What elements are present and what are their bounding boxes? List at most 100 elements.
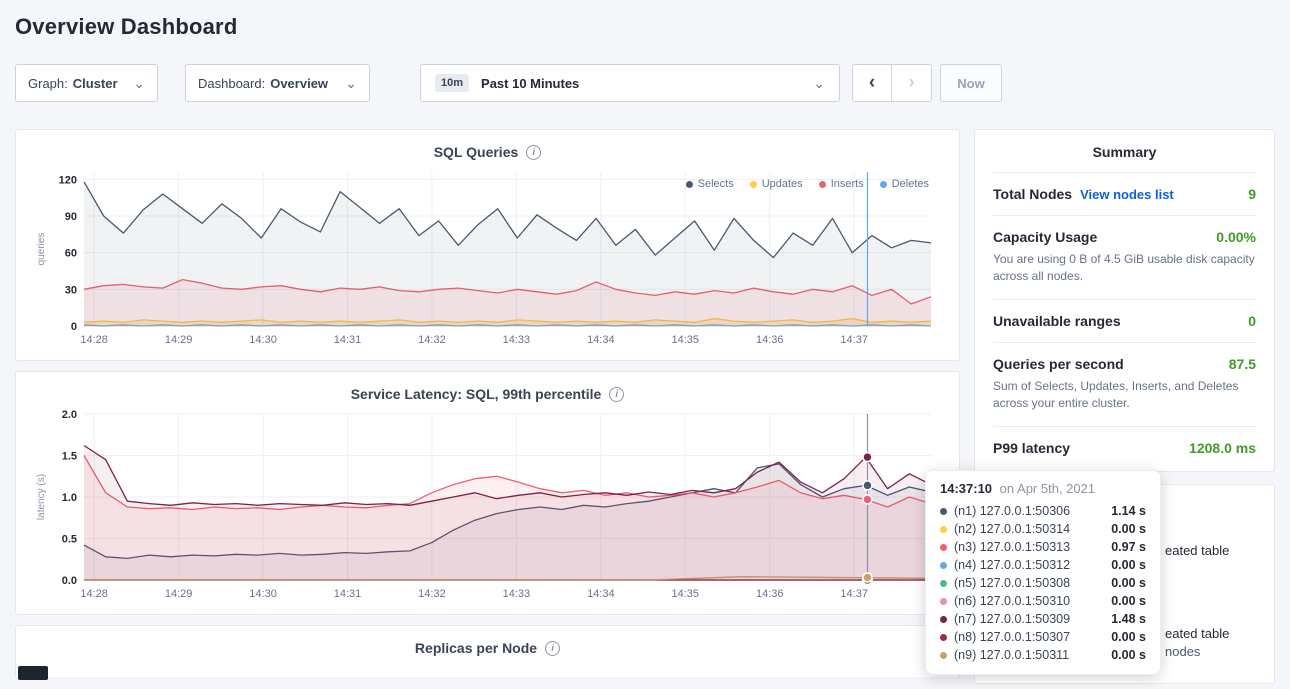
tooltip-date: on Apr 5th, 2021 bbox=[1000, 481, 1095, 496]
node-address: (n3) 127.0.0.1:50313 bbox=[954, 540, 1070, 554]
node-address: (n1) 127.0.0.1:50306 bbox=[954, 504, 1070, 518]
queries-per-second-label: Queries per second bbox=[993, 356, 1124, 372]
service-latency-chart-title: Service Latency: SQL, 99th percentile bbox=[351, 386, 602, 402]
svg-text:14:37: 14:37 bbox=[840, 588, 868, 600]
node-latency-value: 0.00 s bbox=[1111, 630, 1146, 644]
time-nav-group: ‹ › bbox=[852, 64, 932, 102]
svg-text:14:34: 14:34 bbox=[587, 334, 615, 346]
svg-text:14:32: 14:32 bbox=[418, 588, 446, 600]
svg-text:14:30: 14:30 bbox=[249, 334, 277, 346]
summary-panel: Summary Total Nodes View nodes list 9 Ca… bbox=[974, 129, 1275, 472]
node-latency-value: 0.00 s bbox=[1111, 594, 1146, 608]
sql-queries-chart-title: SQL Queries bbox=[434, 144, 519, 160]
capacity-usage-value: 0.00% bbox=[1216, 229, 1256, 245]
info-icon[interactable]: i bbox=[526, 145, 541, 160]
controls-bar: Graph: Cluster ⌄ Dashboard: Overview ⌄ 1… bbox=[15, 64, 1275, 102]
tooltip-node-row: (n3) 127.0.0.1:50313 0.97 s bbox=[940, 538, 1146, 556]
queries-per-second-value: 87.5 bbox=[1229, 356, 1256, 372]
svg-text:14:36: 14:36 bbox=[756, 588, 784, 600]
info-icon[interactable]: i bbox=[609, 387, 624, 402]
legend-dot bbox=[880, 181, 887, 188]
replicas-per-node-panel: Replicas per Node i bbox=[15, 625, 960, 677]
sql-queries-chart[interactable]: 030609012014:2814:2914:3014:3114:3214:33… bbox=[32, 164, 943, 352]
tooltip-time: 14:37:10 bbox=[940, 481, 992, 496]
node-address: (n9) 127.0.0.1:50311 bbox=[954, 648, 1069, 662]
tooltip-node-row: (n2) 127.0.0.1:50314 0.00 s bbox=[940, 520, 1146, 538]
tooltip-node-row: (n4) 127.0.0.1:50312 0.00 s bbox=[940, 556, 1146, 574]
legend-item[interactable]: Updates bbox=[750, 178, 803, 190]
event-item[interactable]: eated table bbox=[1165, 626, 1229, 641]
total-nodes-value: 9 bbox=[1248, 186, 1256, 202]
graph-dropdown[interactable]: Graph: Cluster ⌄ bbox=[15, 64, 158, 102]
node-latency-value: 0.00 s bbox=[1111, 576, 1146, 590]
svg-text:90: 90 bbox=[65, 211, 77, 223]
node-address: (n8) 127.0.0.1:50307 bbox=[954, 630, 1070, 644]
svg-text:14:33: 14:33 bbox=[503, 588, 531, 600]
chevron-left-icon: ‹ bbox=[869, 72, 875, 94]
time-range-picker[interactable]: 10m Past 10 Minutes ⌄ bbox=[420, 64, 840, 102]
svg-text:queries: queries bbox=[36, 233, 47, 266]
total-nodes-label: Total Nodes bbox=[993, 186, 1072, 202]
tooltip-rows: (n1) 127.0.0.1:50306 1.14 s (n2) 127.0.0… bbox=[940, 502, 1146, 664]
graph-dropdown-value: Cluster bbox=[73, 76, 118, 91]
node-latency-value: 0.00 s bbox=[1111, 648, 1146, 662]
svg-text:14:33: 14:33 bbox=[503, 334, 531, 346]
svg-text:120: 120 bbox=[59, 174, 77, 186]
dashboard-dropdown-value: Overview bbox=[270, 76, 328, 91]
svg-text:14:35: 14:35 bbox=[672, 334, 700, 346]
node-address: (n7) 127.0.0.1:50309 bbox=[954, 612, 1070, 626]
overview-dashboard-page: Overview Dashboard Graph: Cluster ⌄ Dash… bbox=[0, 0, 1290, 689]
time-range-badge: 10m bbox=[435, 74, 469, 92]
chart-title-row: SQL Queries i bbox=[32, 144, 943, 160]
capacity-usage-description: You are using 0 B of 4.5 GiB usable disk… bbox=[993, 251, 1256, 286]
node-address: (n6) 127.0.0.1:50310 bbox=[954, 594, 1070, 608]
dashboard-dropdown[interactable]: Dashboard: Overview ⌄ bbox=[185, 64, 370, 102]
node-color-dot bbox=[940, 544, 947, 551]
graph-dropdown-label: Graph: bbox=[28, 76, 68, 91]
event-item-secondary: nodes bbox=[1165, 644, 1200, 659]
service-latency-panel: Service Latency: SQL, 99th percentile i … bbox=[15, 371, 960, 615]
node-latency-value: 0.00 s bbox=[1111, 558, 1146, 572]
legend-label: Inserts bbox=[831, 178, 864, 190]
service-latency-chart[interactable]: 0.00.51.01.52.014:2814:2914:3014:3114:32… bbox=[32, 406, 943, 606]
legend-label: Updates bbox=[762, 178, 803, 190]
event-item[interactable]: eated table bbox=[1165, 543, 1229, 558]
svg-text:0.5: 0.5 bbox=[62, 534, 77, 546]
node-color-dot bbox=[940, 580, 947, 587]
sql-queries-panel: SQL Queries i Selects Updates Inserts bbox=[15, 129, 960, 361]
svg-text:14:30: 14:30 bbox=[249, 588, 277, 600]
replicas-chart-title: Replicas per Node bbox=[415, 640, 537, 656]
time-prev-button[interactable]: ‹ bbox=[852, 64, 892, 102]
now-button[interactable]: Now bbox=[940, 64, 1002, 102]
node-color-dot bbox=[940, 616, 947, 623]
svg-text:14:36: 14:36 bbox=[756, 334, 784, 346]
node-address: (n5) 127.0.0.1:50308 bbox=[954, 576, 1070, 590]
legend-item[interactable]: Selects bbox=[686, 178, 734, 190]
chevron-right-icon: › bbox=[908, 72, 914, 94]
info-icon[interactable]: i bbox=[545, 641, 560, 656]
chart-title-row: Service Latency: SQL, 99th percentile i bbox=[32, 386, 943, 402]
legend-label: Deletes bbox=[892, 178, 929, 190]
charts-column: SQL Queries i Selects Updates Inserts bbox=[15, 129, 960, 684]
time-range-value: Past 10 Minutes bbox=[481, 76, 579, 91]
svg-text:0: 0 bbox=[71, 321, 77, 333]
legend-label: Selects bbox=[698, 178, 734, 190]
qps-description: Sum of Selects, Updates, Inserts, and De… bbox=[993, 378, 1256, 413]
tooltip-node-row: (n8) 127.0.0.1:50307 0.00 s bbox=[940, 628, 1146, 646]
node-color-dot bbox=[940, 562, 947, 569]
legend-item[interactable]: Deletes bbox=[880, 178, 929, 190]
svg-text:14:32: 14:32 bbox=[418, 334, 446, 346]
chevron-down-icon: ⌄ bbox=[133, 76, 145, 90]
tooltip-node-row: (n7) 127.0.0.1:50309 1.48 s bbox=[940, 610, 1146, 628]
tooltip-node-row: (n5) 127.0.0.1:50308 0.00 s bbox=[940, 574, 1146, 592]
svg-text:14:35: 14:35 bbox=[672, 588, 700, 600]
svg-text:0.0: 0.0 bbox=[62, 575, 77, 587]
svg-text:14:29: 14:29 bbox=[165, 588, 193, 600]
time-next-button[interactable]: › bbox=[892, 64, 932, 102]
unavailable-ranges-value: 0 bbox=[1248, 313, 1256, 329]
legend-item[interactable]: Inserts bbox=[819, 178, 864, 190]
node-color-dot bbox=[940, 526, 947, 533]
view-nodes-list-link[interactable]: View nodes list bbox=[1080, 187, 1174, 202]
chevron-down-icon: ⌄ bbox=[345, 76, 357, 90]
tooltip-node-row: (n9) 127.0.0.1:50311 0.00 s bbox=[940, 646, 1146, 664]
